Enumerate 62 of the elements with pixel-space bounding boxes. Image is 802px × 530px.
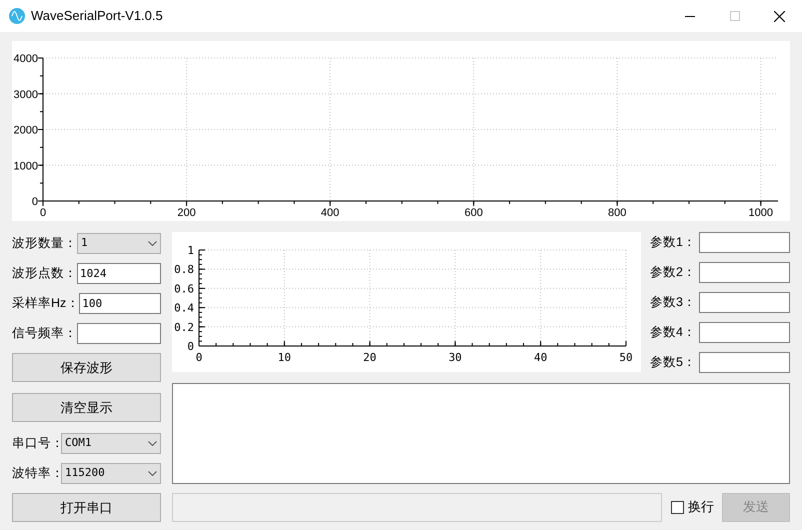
y-tick-label: 4000 bbox=[14, 53, 38, 65]
dropdown[interactable]: 1 bbox=[77, 232, 161, 254]
field-label: 波特率： bbox=[12, 464, 61, 482]
dropdown[interactable]: 115200 bbox=[61, 462, 161, 484]
field-label: 串口号： bbox=[12, 434, 61, 452]
input-field[interactable]: 1024 bbox=[77, 262, 161, 284]
open-port-button[interactable]: 打开串口 bbox=[12, 493, 161, 522]
x-tick-label: 20 bbox=[363, 351, 376, 364]
x-tick-label: 30 bbox=[448, 351, 462, 364]
close-icon bbox=[774, 10, 785, 22]
x-tick-label: 40 bbox=[534, 351, 548, 364]
y-tick-label: 0 bbox=[32, 196, 38, 208]
y-tick-label: 3000 bbox=[14, 88, 38, 101]
field-label: 波形数量： bbox=[12, 234, 77, 252]
dropdown-value: COM1 bbox=[65, 434, 92, 451]
dropdown-value: 1 bbox=[81, 234, 88, 251]
chevron-icon bbox=[148, 470, 157, 476]
x-tick-label: 200 bbox=[177, 207, 196, 219]
param-field[interactable] bbox=[699, 322, 790, 343]
input-field[interactable] bbox=[77, 322, 161, 344]
y-tick-label: 1000 bbox=[14, 160, 38, 172]
window-title: WaveSerialPort-V1.0.5 bbox=[31, 7, 163, 26]
y-tick-label: 1 bbox=[187, 244, 194, 257]
param-label: 参数3： bbox=[650, 294, 696, 312]
param-field[interactable] bbox=[699, 352, 790, 373]
param-label: 参数5： bbox=[650, 354, 696, 372]
newline-checkbox[interactable] bbox=[671, 500, 684, 514]
chevron-icon bbox=[148, 240, 157, 246]
y-tick-label: 0.4 bbox=[174, 302, 194, 315]
x-tick-label: 400 bbox=[320, 207, 340, 219]
y-tick-label: 2000 bbox=[14, 124, 38, 136]
dropdown[interactable]: COM1 bbox=[61, 432, 161, 454]
field-label: 采样率Hz： bbox=[12, 294, 80, 312]
x-tick-label: 0 bbox=[196, 351, 202, 364]
chevron-icon bbox=[148, 440, 157, 446]
y-tick-label: 0.6 bbox=[174, 282, 194, 296]
x-tick-label: 0 bbox=[40, 207, 46, 219]
field-label: 信号频率： bbox=[12, 324, 77, 342]
y-tick-label: 0.2 bbox=[174, 320, 194, 334]
x-tick-label: 600 bbox=[464, 207, 483, 219]
action-button[interactable]: 保存波形 bbox=[12, 353, 161, 382]
param-label: 参数2： bbox=[650, 264, 696, 282]
checkbox-label: 换行 bbox=[688, 498, 714, 516]
param-field[interactable] bbox=[699, 292, 790, 313]
send-text-field[interactable] bbox=[172, 492, 662, 522]
x-tick-label: 800 bbox=[608, 207, 626, 219]
receive-text-area[interactable] bbox=[172, 383, 790, 484]
param-field[interactable] bbox=[699, 262, 790, 283]
y-tick-label: 0.8 bbox=[174, 263, 194, 276]
param-label: 参数4： bbox=[650, 324, 696, 342]
param-label: 参数1： bbox=[650, 234, 696, 252]
sine-wave-icon bbox=[9, 8, 25, 24]
input-field[interactable]: 100 bbox=[79, 292, 161, 314]
param-field[interactable] bbox=[699, 232, 790, 253]
x-tick-label: 1000 bbox=[748, 207, 774, 219]
field-label: 波形点数： bbox=[12, 264, 77, 282]
dropdown-value: 115200 bbox=[65, 464, 105, 481]
x-tick-label: 10 bbox=[278, 351, 292, 364]
maximize-icon bbox=[730, 11, 740, 21]
action-button[interactable]: 清空显示 bbox=[12, 393, 161, 422]
x-tick-label: 50 bbox=[619, 351, 633, 364]
y-tick-label: 0 bbox=[187, 340, 194, 353]
